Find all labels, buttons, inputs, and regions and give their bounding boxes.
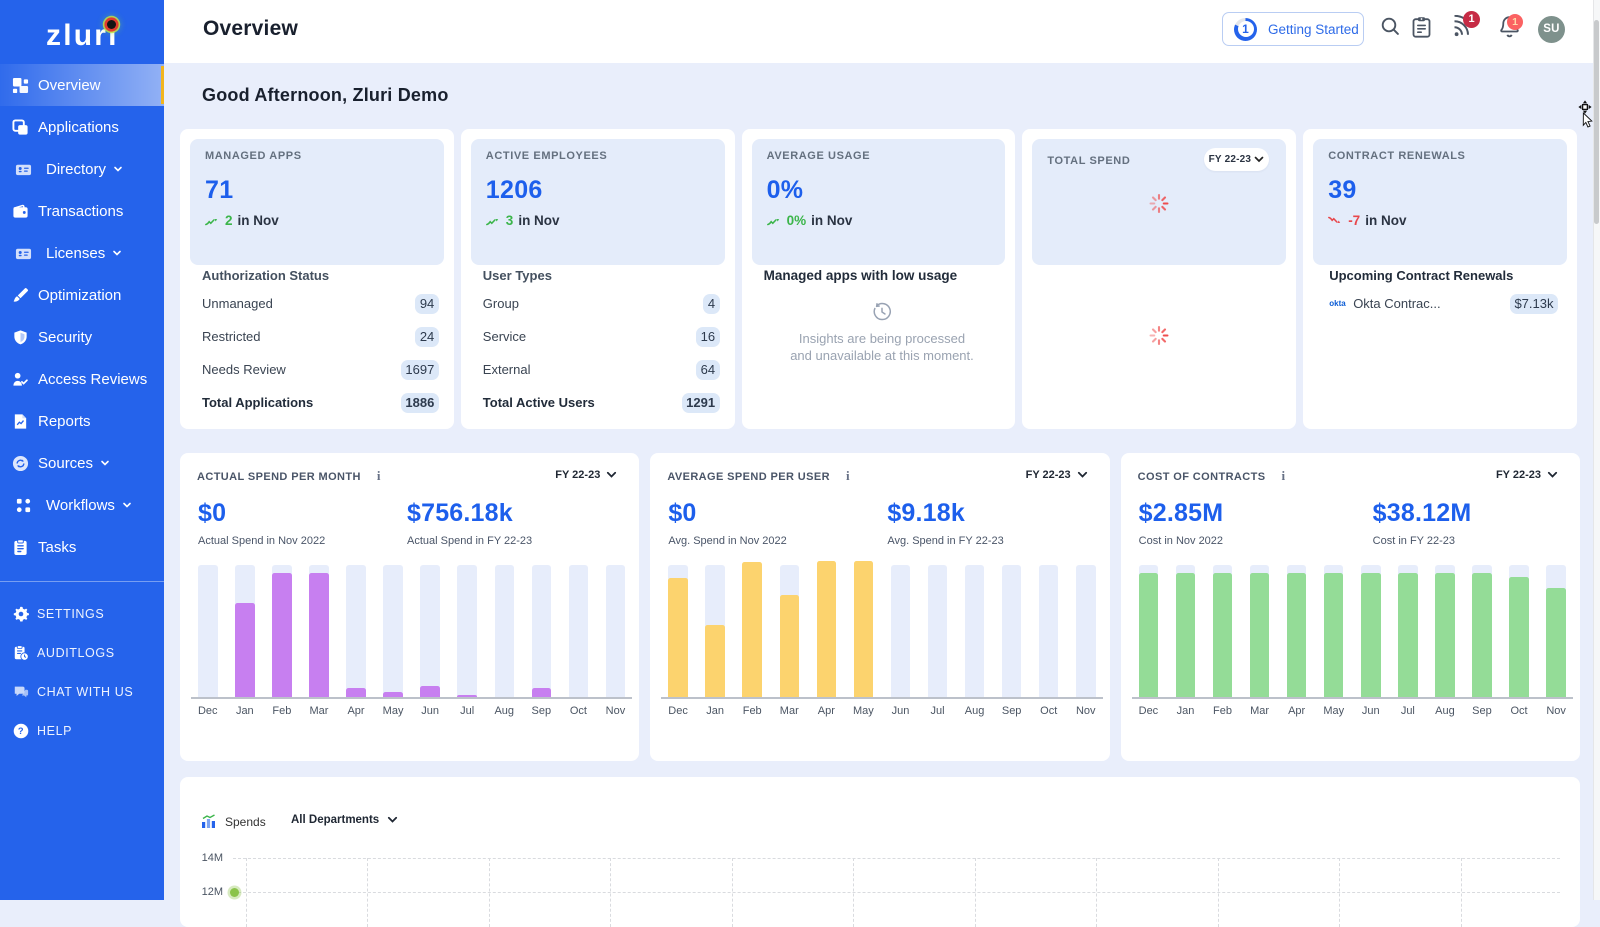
svg-text:okta: okta: [1329, 299, 1346, 308]
svg-text:?: ?: [18, 726, 24, 736]
